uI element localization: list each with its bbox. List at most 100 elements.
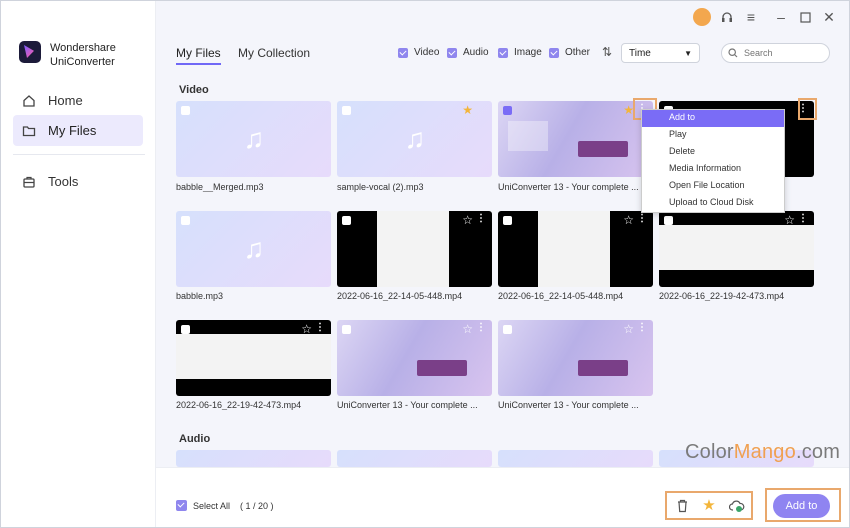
home-icon bbox=[23, 94, 35, 107]
folder-icon bbox=[22, 125, 36, 136]
file-name: sample-vocal (2).mp3 bbox=[337, 182, 424, 192]
menu-icon[interactable]: ≡ bbox=[742, 8, 760, 26]
watermark-part: Mango bbox=[733, 441, 796, 463]
star-icon[interactable]: ★ bbox=[462, 103, 473, 117]
sidebar-item-label: My Files bbox=[48, 123, 97, 138]
checkbox-icon bbox=[498, 47, 508, 58]
avatar[interactable] bbox=[693, 8, 711, 26]
file-thumbnail[interactable]: ☆ ⋮ bbox=[176, 320, 331, 396]
select-all[interactable]: Select All ( 1 / 20 ) bbox=[176, 500, 274, 511]
search-box[interactable] bbox=[721, 43, 830, 63]
file-name: UniConverter 13 - Your complete ... bbox=[337, 400, 478, 410]
more-options-icon[interactable]: ⋮ bbox=[798, 213, 808, 224]
file-thumbnail[interactable] bbox=[337, 450, 492, 467]
filter-label: Image bbox=[514, 47, 542, 58]
file-thumbnail[interactable]: ☆ ⋮ bbox=[498, 320, 653, 396]
sidebar: Wondershare UniConverter Home My Files T… bbox=[1, 1, 156, 527]
more-options-icon[interactable]: ⋮ bbox=[476, 322, 486, 333]
search-input[interactable] bbox=[744, 48, 814, 58]
section-title-video: Video bbox=[179, 84, 209, 96]
app-window: Wondershare UniConverter Home My Files T… bbox=[0, 0, 850, 528]
tab-bar: My Files My Collection bbox=[176, 46, 324, 65]
sort-label: Time bbox=[629, 47, 651, 59]
music-note-icon: ♫ bbox=[243, 233, 265, 264]
checkbox-icon bbox=[549, 47, 559, 58]
chevron-down-icon: ▼ bbox=[684, 48, 692, 58]
file-thumbnail[interactable]: ♫ bbox=[176, 101, 331, 177]
star-icon[interactable]: ☆ bbox=[623, 213, 634, 227]
checkbox[interactable] bbox=[181, 325, 190, 334]
menu-item-add-to[interactable]: Add to bbox=[642, 110, 784, 127]
brand-line1: Wondershare bbox=[50, 42, 116, 54]
file-thumbnail[interactable] bbox=[176, 450, 331, 467]
music-note-icon: ♫ bbox=[404, 123, 426, 154]
sort-order-icon[interactable]: ⇅ bbox=[602, 45, 612, 59]
close-icon[interactable]: ✕ bbox=[820, 8, 838, 26]
more-options-icon[interactable]: ⋮ bbox=[637, 213, 647, 224]
file-name: UniConverter 13 - Your complete ... bbox=[498, 182, 639, 192]
search-icon bbox=[728, 48, 738, 58]
star-icon[interactable]: ☆ bbox=[462, 213, 473, 227]
file-thumbnail[interactable]: ☆ ⋮ bbox=[498, 211, 653, 287]
toolbox-icon bbox=[23, 176, 35, 188]
filter-other[interactable]: Other bbox=[549, 47, 590, 58]
filter-video[interactable]: Video bbox=[398, 47, 439, 58]
highlight-box bbox=[798, 98, 817, 120]
menu-item-delete[interactable]: Delete bbox=[642, 144, 784, 161]
add-to-button[interactable]: Add to bbox=[773, 494, 830, 518]
menu-item-upload-cloud[interactable]: Upload to Cloud Disk bbox=[642, 195, 784, 212]
checkbox[interactable] bbox=[342, 216, 351, 225]
file-thumbnail[interactable]: ★ ♫ bbox=[337, 101, 492, 177]
checkbox[interactable] bbox=[664, 216, 673, 225]
headset-icon[interactable] bbox=[718, 8, 736, 26]
more-options-icon[interactable]: ⋮ bbox=[476, 213, 486, 224]
brand-line2: UniConverter bbox=[50, 56, 115, 68]
star-icon[interactable]: ☆ bbox=[462, 322, 473, 336]
menu-item-play[interactable]: Play bbox=[642, 127, 784, 144]
minimize-icon[interactable]: – bbox=[772, 8, 790, 26]
checkbox[interactable] bbox=[342, 106, 351, 115]
page-counter: ( 1 / 20 ) bbox=[240, 500, 274, 511]
file-thumbnail[interactable]: ☆ ⋮ bbox=[659, 211, 814, 287]
file-name: 2022-06-16_22-19-42-473.mp4 bbox=[176, 400, 302, 410]
sidebar-item-label: Home bbox=[48, 93, 83, 108]
checkbox[interactable] bbox=[503, 325, 512, 334]
checkbox[interactable] bbox=[503, 106, 512, 115]
tab-my-files[interactable]: My Files bbox=[176, 46, 221, 65]
watermark-part: .com bbox=[795, 441, 841, 463]
file-name: UniConverter 13 - Your complete ... bbox=[498, 400, 639, 410]
checkbox[interactable] bbox=[342, 325, 351, 334]
star-icon[interactable]: ☆ bbox=[623, 322, 634, 336]
menu-item-open-file-location[interactable]: Open File Location bbox=[642, 178, 784, 195]
brand-name: Wondershare UniConverter bbox=[50, 41, 116, 69]
more-options-icon[interactable]: ⋮ bbox=[315, 322, 325, 333]
checkbox[interactable] bbox=[181, 216, 190, 225]
file-name: 2022-06-16_22-14-05-448.mp4 bbox=[337, 291, 463, 301]
filter-image[interactable]: Image bbox=[498, 47, 542, 58]
file-thumbnail[interactable]: ☆ ⋮ bbox=[337, 320, 492, 396]
sidebar-item-my-files[interactable]: My Files bbox=[13, 115, 143, 146]
cloud-upload-icon[interactable] bbox=[728, 497, 746, 515]
watermark-part: Color bbox=[685, 441, 734, 463]
section-title-audio: Audio bbox=[179, 433, 211, 445]
checkbox-icon bbox=[176, 500, 187, 511]
filter-label: Other bbox=[565, 47, 591, 58]
filter-label: Audio bbox=[463, 47, 489, 58]
maximize-icon[interactable] bbox=[796, 8, 814, 26]
delete-icon[interactable] bbox=[673, 497, 691, 515]
tab-my-collection[interactable]: My Collection bbox=[238, 46, 310, 63]
file-thumbnail[interactable] bbox=[498, 450, 653, 467]
more-options-icon[interactable]: ⋮ bbox=[637, 322, 647, 333]
file-thumbnail[interactable]: ♫ bbox=[176, 211, 331, 287]
sidebar-item-home[interactable]: Home bbox=[13, 85, 143, 116]
checkbox[interactable] bbox=[181, 106, 190, 115]
sort-select[interactable]: Time ▼ bbox=[621, 43, 700, 63]
context-menu: Add to Play Delete Media Information Ope… bbox=[641, 109, 785, 213]
star-icon[interactable]: ★ bbox=[700, 496, 718, 514]
filter-audio[interactable]: Audio bbox=[447, 47, 489, 58]
file-thumbnail[interactable]: ★ ⋮ bbox=[498, 101, 653, 177]
checkbox[interactable] bbox=[503, 216, 512, 225]
sidebar-item-tools[interactable]: Tools bbox=[13, 166, 143, 197]
menu-item-media-information[interactable]: Media Information bbox=[642, 161, 784, 178]
file-thumbnail[interactable]: ☆ ⋮ bbox=[337, 211, 492, 287]
